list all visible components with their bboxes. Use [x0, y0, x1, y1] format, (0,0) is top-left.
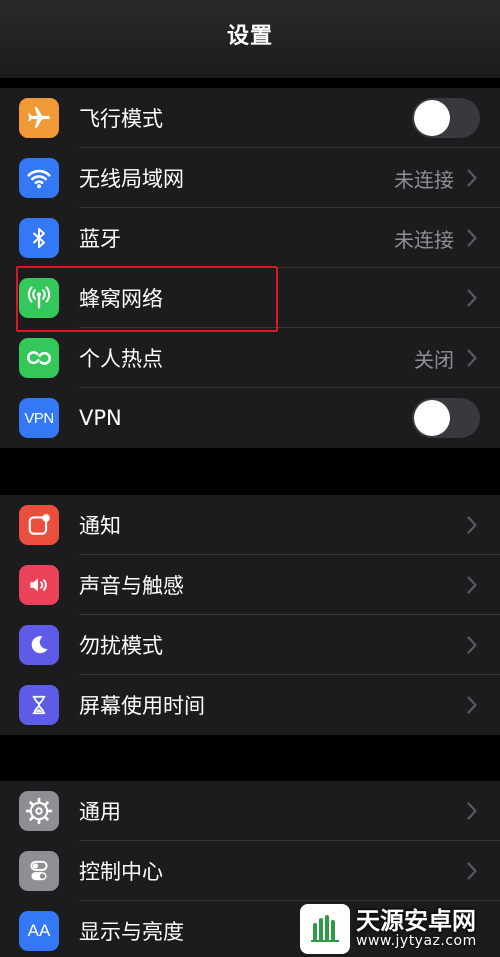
wifi-icon	[19, 158, 59, 198]
settings-row-label: 蜂窝网络	[79, 287, 163, 311]
hourglass-icon	[19, 685, 59, 725]
chevron-right-icon	[464, 287, 480, 309]
switches-icon	[19, 851, 59, 891]
settings-row-label: 无线局域网	[79, 167, 184, 191]
chevron-right-icon	[464, 634, 480, 656]
settings-row-bluetooth[interactable]: 蓝牙 未连接	[0, 208, 500, 268]
chevron-right-icon	[464, 167, 480, 189]
gear-icon	[19, 791, 59, 831]
settings-group-notifications: 通知 声音与触感 勿扰模式 屏幕使用时间	[0, 495, 500, 735]
airplane-icon	[19, 98, 59, 138]
bluetooth-icon	[19, 218, 59, 258]
chevron-right-icon	[464, 227, 480, 249]
watermark-logo-icon	[300, 903, 350, 954]
settings-row-cellular[interactable]: 蜂窝网络	[0, 268, 500, 328]
settings-row-label: 显示与亮度	[79, 920, 184, 944]
speaker-icon	[19, 565, 59, 605]
settings-row-do-not-disturb[interactable]: 勿扰模式	[0, 615, 500, 675]
settings-group-connectivity: 飞行模式 无线局域网 未连接 蓝牙 未连接 蜂窝网络 个人热点 关闭 VPN V…	[0, 88, 500, 448]
settings-row-label: 飞行模式	[79, 107, 163, 131]
chevron-right-icon	[464, 514, 480, 536]
settings-row-wlan[interactable]: 无线局域网 未连接	[0, 148, 500, 208]
moon-icon	[19, 625, 59, 665]
navigation-bar: 设置	[0, 0, 500, 78]
watermark: 天源安卓网 www.jytyaz.com	[300, 900, 500, 957]
wlan-status-value: 未连接	[394, 167, 454, 192]
toggle-knob	[414, 100, 450, 136]
settings-row-sounds-haptics[interactable]: 声音与触感	[0, 555, 500, 615]
settings-row-notifications[interactable]: 通知	[0, 495, 500, 555]
hotspot-link-icon	[19, 338, 59, 378]
chevron-right-icon	[464, 860, 480, 882]
settings-row-label: 通知	[79, 514, 121, 538]
page-title: 设置	[226, 24, 273, 49]
hotspot-status-value: 关闭	[414, 347, 454, 372]
vpn-icon: VPN	[19, 398, 59, 438]
settings-row-label: 勿扰模式	[79, 634, 163, 658]
chevron-right-icon	[464, 694, 480, 716]
settings-row-personal-hotspot[interactable]: 个人热点 关闭	[0, 328, 500, 388]
settings-row-control-center[interactable]: 控制中心	[0, 841, 500, 901]
chevron-right-icon	[464, 800, 480, 822]
settings-row-airplane-mode[interactable]: 飞行模式	[0, 88, 500, 148]
watermark-title: 天源安卓网	[356, 906, 476, 935]
settings-row-label: 屏幕使用时间	[79, 694, 205, 718]
settings-row-screen-time[interactable]: 屏幕使用时间	[0, 675, 500, 735]
text-size-icon: AA	[19, 911, 59, 951]
settings-screen: 设置 飞行模式 无线局域网 未连接 蓝牙 未连接 蜂窝网络 个人热点 关闭 VP…	[0, 0, 500, 957]
vpn-toggle[interactable]	[412, 398, 480, 438]
settings-row-label: 声音与触感	[79, 574, 184, 598]
toggle-knob	[414, 400, 450, 436]
bluetooth-status-value: 未连接	[394, 227, 454, 252]
settings-row-general[interactable]: 通用	[0, 781, 500, 841]
watermark-text: 天源安卓网 www.jytyaz.com	[356, 906, 477, 949]
settings-row-label: 通用	[79, 800, 121, 824]
settings-row-label: 蓝牙	[79, 227, 121, 251]
settings-row-label: VPN	[79, 406, 122, 430]
settings-row-label: 个人热点	[79, 347, 163, 371]
settings-row-label: 控制中心	[79, 860, 163, 884]
text-size-icon-text: AA	[27, 921, 51, 940]
vpn-icon-text: VPN	[24, 409, 54, 427]
watermark-url: www.jytyaz.com	[356, 932, 477, 949]
chevron-right-icon	[464, 574, 480, 596]
chevron-right-icon	[464, 347, 480, 369]
antenna-icon	[19, 278, 59, 318]
notification-icon	[19, 505, 59, 545]
settings-row-vpn[interactable]: VPN VPN	[0, 388, 500, 448]
airplane-mode-toggle[interactable]	[412, 98, 480, 138]
